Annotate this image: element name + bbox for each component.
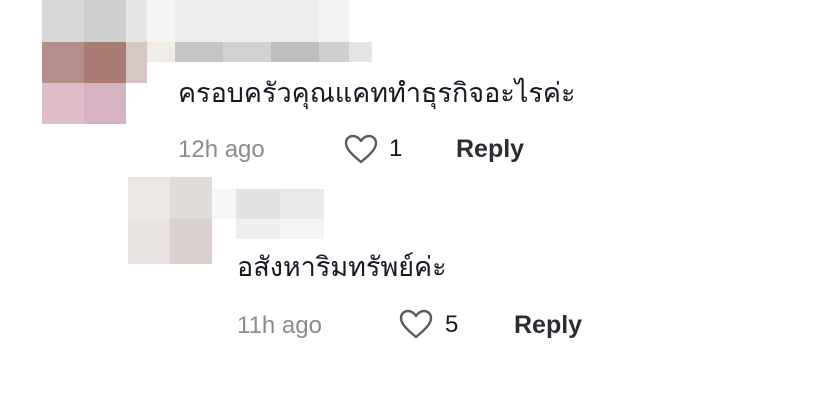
reply-button[interactable]: Reply: [456, 137, 524, 162]
like-count: 1: [389, 135, 403, 162]
avatar[interactable]: [42, 0, 147, 124]
like-count: 5: [445, 311, 459, 338]
heart-outline-icon[interactable]: [399, 309, 433, 339]
comment-text: อสังหาริมทรัพย์ค่ะ: [237, 252, 447, 283]
blurred-header: [147, 0, 372, 62]
heart-outline-icon[interactable]: [344, 134, 378, 164]
reply-button[interactable]: Reply: [514, 313, 582, 338]
blurred-header: [212, 177, 324, 239]
comment-timestamp: 11h ago: [237, 312, 322, 339]
comment-timestamp: 12h ago: [178, 136, 265, 163]
avatar[interactable]: [128, 177, 212, 264]
comment-text: ครอบครัวคุณแคททำธุรกิจอะไรค่ะ: [178, 78, 576, 109]
